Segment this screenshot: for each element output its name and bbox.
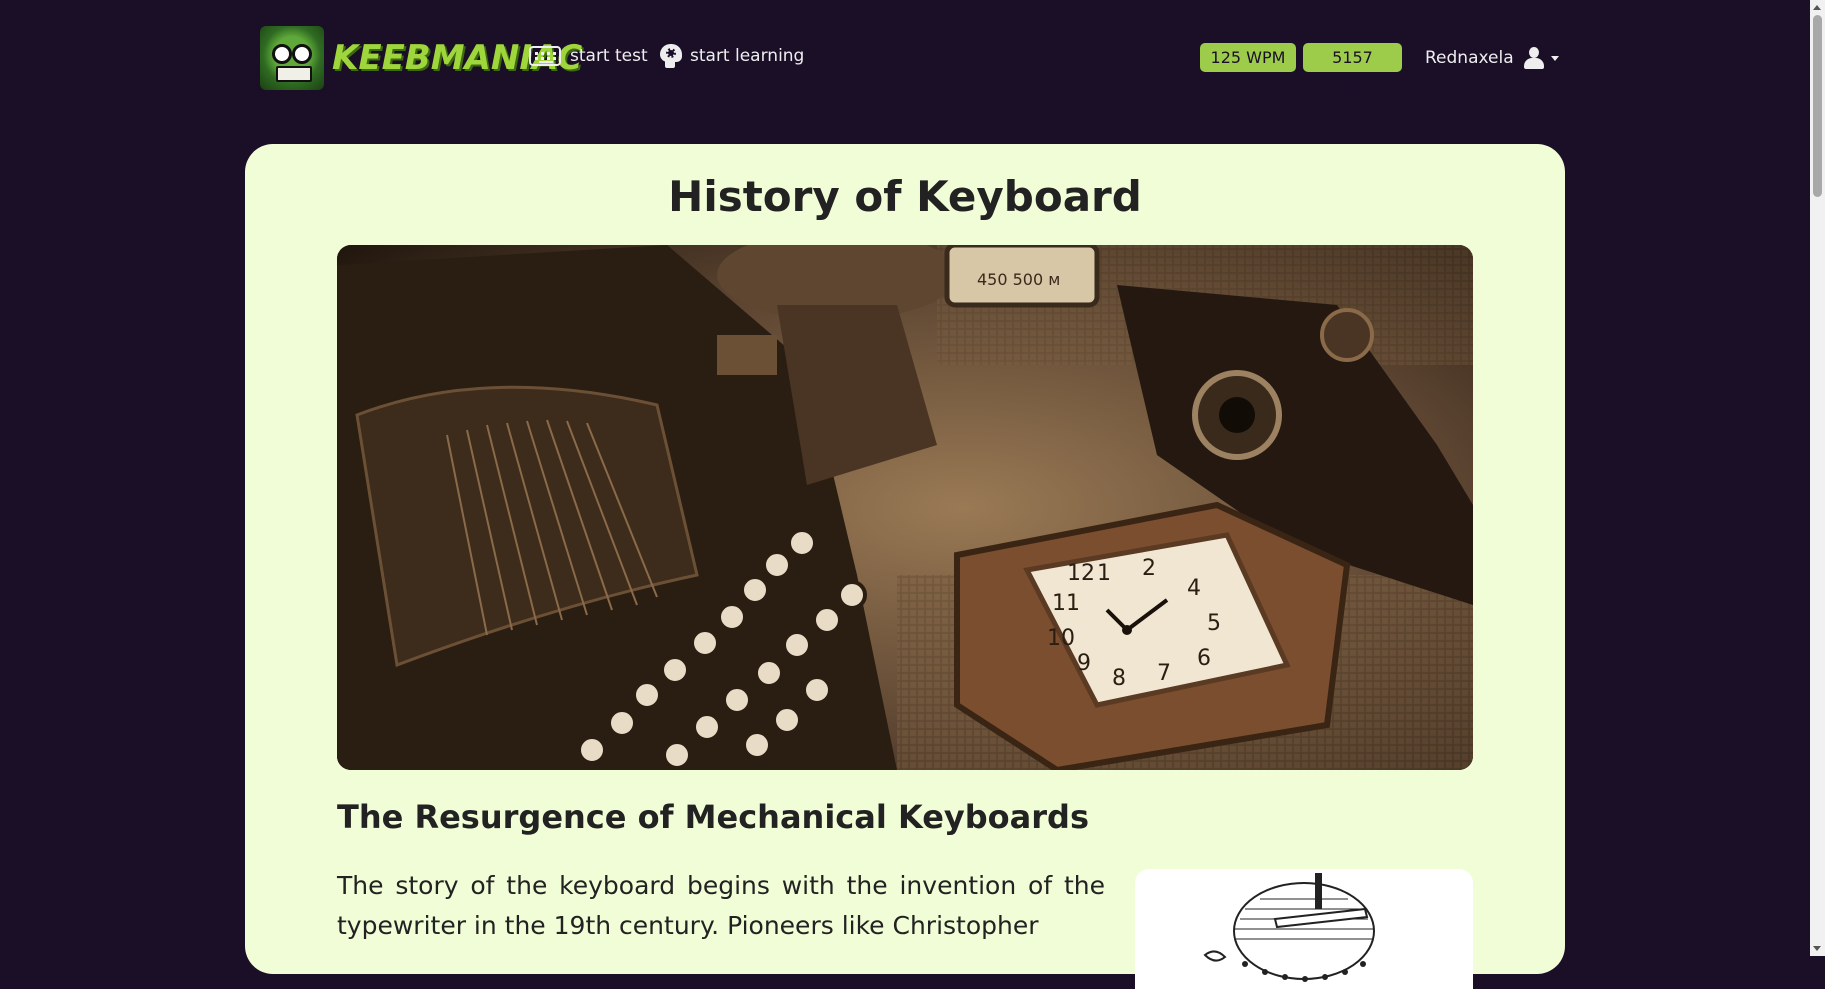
scroll-up-arrow-icon[interactable] bbox=[1813, 5, 1821, 10]
svg-text:1: 1 bbox=[1097, 561, 1111, 586]
mascot-mouth bbox=[276, 66, 312, 82]
scroll-down-arrow-icon[interactable] bbox=[1813, 946, 1821, 951]
nav-start-learning[interactable]: start learning bbox=[660, 38, 804, 74]
article-card: History of Keyboard 450 500 м 1 2 4 5 6 … bbox=[245, 144, 1565, 989]
svg-text:450 500 м: 450 500 м bbox=[977, 270, 1060, 289]
caret-down-icon bbox=[1550, 55, 1559, 61]
scrollbar-thumb[interactable] bbox=[1813, 15, 1822, 197]
side-illustration-image bbox=[1135, 869, 1473, 989]
svg-text:11: 11 bbox=[1052, 591, 1080, 616]
svg-text:7: 7 bbox=[1157, 661, 1171, 686]
svg-text:12: 12 bbox=[1067, 561, 1095, 586]
svg-text:4: 4 bbox=[1187, 576, 1201, 601]
nav-start-test-label: start test bbox=[570, 46, 648, 66]
svg-text:10: 10 bbox=[1047, 626, 1075, 651]
wpm-badge: 125 WPM bbox=[1200, 43, 1296, 72]
user-menu-toggle[interactable]: Rednaxela bbox=[1425, 42, 1559, 74]
svg-text:5: 5 bbox=[1207, 611, 1221, 636]
nav-start-learning-label: start learning bbox=[690, 46, 805, 66]
svg-text:8: 8 bbox=[1112, 666, 1126, 691]
hero-image: 450 500 м 124 567 8 9 10 11 12 bbox=[337, 245, 1473, 770]
brain-gear-icon bbox=[660, 44, 682, 68]
svg-text:9: 9 bbox=[1077, 651, 1091, 676]
keyboard-icon bbox=[529, 46, 561, 66]
article-paragraph: The story of the keyboard begins with th… bbox=[337, 871, 1105, 940]
user-name: Rednaxela bbox=[1425, 48, 1514, 68]
nav-start-test[interactable]: start test bbox=[529, 38, 648, 74]
user-icon bbox=[1523, 47, 1544, 69]
mascot-logo-icon bbox=[260, 26, 324, 90]
section-title: The Resurgence of Mechanical Keyboards bbox=[337, 798, 1089, 836]
page-scrollbar[interactable] bbox=[1810, 0, 1825, 956]
site-header: KEEBMANIAC start test start learning 125… bbox=[0, 0, 1810, 115]
svg-text:2: 2 bbox=[1142, 556, 1156, 581]
svg-text:6: 6 bbox=[1197, 646, 1211, 671]
page-title: History of Keyboard bbox=[668, 172, 1142, 221]
tests-count-badge: 5157 tests bbox=[1303, 43, 1402, 96]
